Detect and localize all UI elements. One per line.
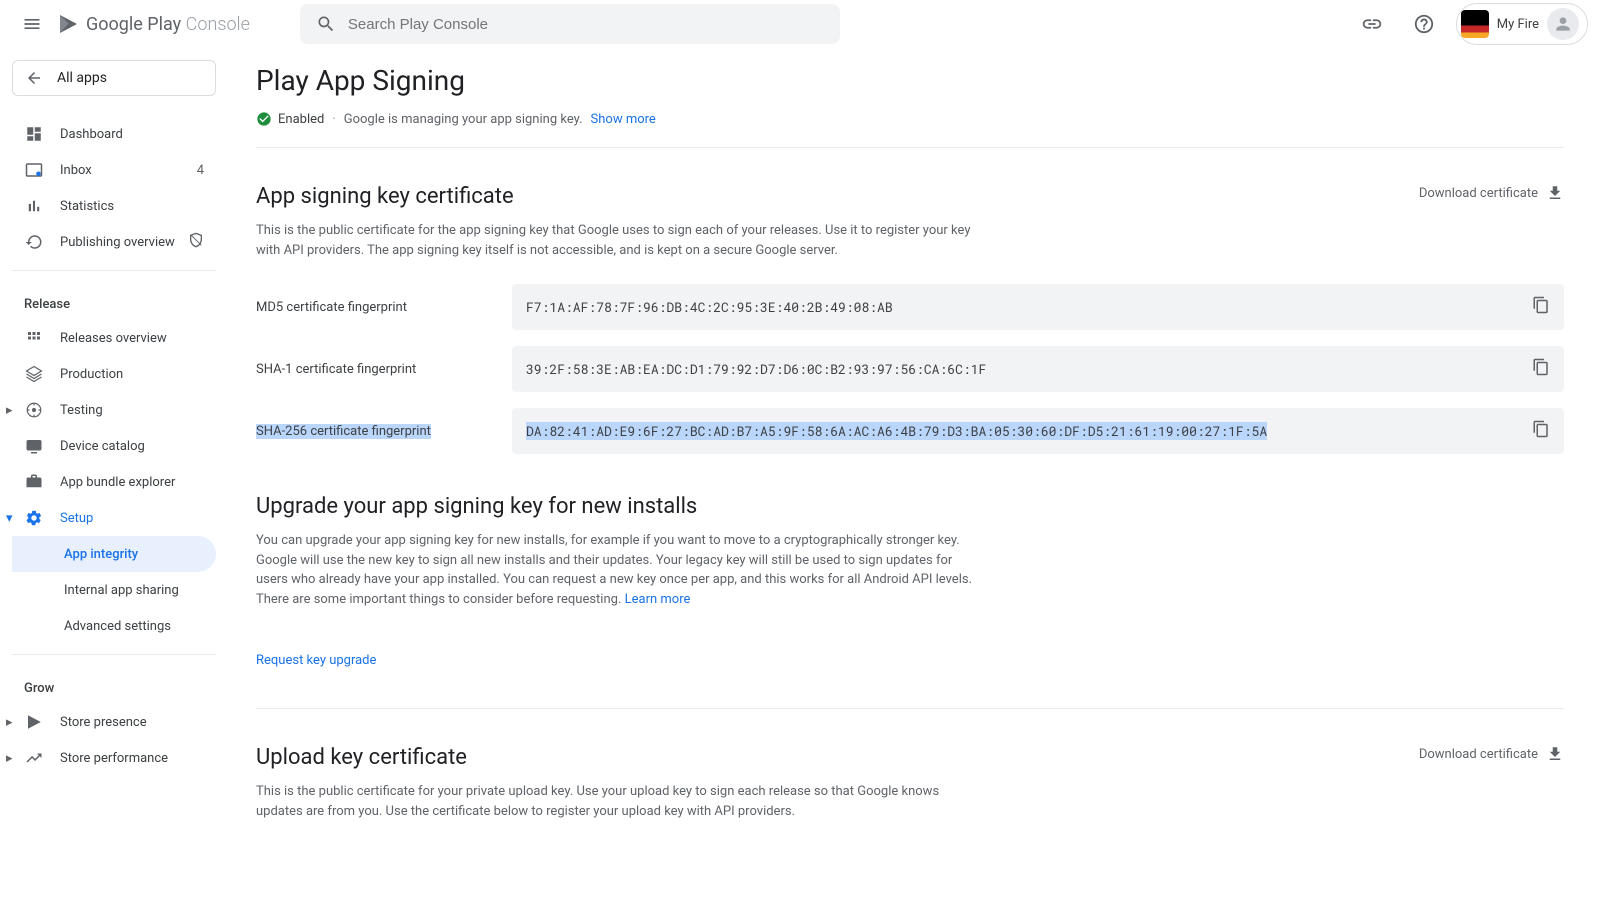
- learn-more-link[interactable]: Learn more: [625, 592, 691, 607]
- section-title: Upload key certificate: [256, 745, 467, 770]
- show-more-link[interactable]: Show more: [591, 112, 656, 127]
- release-section-label: Release: [12, 281, 216, 320]
- sha256-label: SHA-256 certificate fingerprint: [256, 424, 512, 439]
- play-console-icon: [56, 12, 80, 36]
- sha1-label: SHA-1 certificate fingerprint: [256, 362, 512, 377]
- section-title: Upgrade your app signing key for new ins…: [256, 494, 697, 519]
- md5-label: MD5 certificate fingerprint: [256, 300, 512, 315]
- download-icon: [1546, 745, 1564, 763]
- sidebar-item-publishing[interactable]: Publishing overview: [12, 224, 216, 260]
- device-icon: [24, 436, 44, 456]
- search-icon: [316, 14, 336, 34]
- store-icon: [24, 712, 44, 732]
- sidebar-item-statistics[interactable]: Statistics: [12, 188, 216, 224]
- all-apps-button[interactable]: All apps: [12, 60, 216, 96]
- logo[interactable]: Google Play Console: [56, 12, 250, 36]
- app-selector[interactable]: My Fire: [1456, 3, 1588, 45]
- app-signing-section: App signing key certificate Download cer…: [256, 184, 1564, 454]
- caret-right-icon: ▸: [6, 403, 20, 418]
- md5-row: MD5 certificate fingerprint F7:1A:AF:78:…: [256, 284, 1564, 330]
- sidebar-item-bundle-explorer[interactable]: App bundle explorer: [12, 464, 216, 500]
- md5-value: F7:1A:AF:78:7F:96:DB:4C:2C:95:3E:40:2B:4…: [526, 298, 1520, 316]
- main-content: Play App Signing Enabled · Google is man…: [228, 48, 1600, 901]
- check-circle-icon: [256, 111, 272, 127]
- person-icon: [1553, 14, 1573, 34]
- sha1-value: 39:2F:58:3E:AB:EA:DC:D1:79:92:D7:D6:0C:B…: [526, 360, 1520, 378]
- help-button[interactable]: [1404, 4, 1444, 44]
- copy-icon: [1532, 296, 1550, 314]
- inbox-icon: [24, 160, 44, 180]
- logo-text: Google Play Console: [86, 14, 250, 35]
- upgrade-section: Upgrade your app signing key for new ins…: [256, 494, 1564, 668]
- download-certificate-button[interactable]: Download certificate: [1419, 745, 1564, 763]
- caret-down-icon: ▾: [6, 511, 20, 526]
- sidebar-item-setup[interactable]: ▾ Setup: [12, 500, 216, 536]
- sidebar-item-device-catalog[interactable]: Device catalog: [12, 428, 216, 464]
- production-icon: [24, 364, 44, 384]
- page-title: Play App Signing: [256, 64, 1564, 97]
- trend-icon: [24, 748, 44, 768]
- sidebar-item-store-performance[interactable]: ▸ Store performance: [12, 740, 216, 776]
- sidebar: All apps Dashboard Inbox 4 Statistics Pu…: [0, 48, 228, 901]
- request-key-upgrade-link[interactable]: Request key upgrade: [256, 653, 376, 668]
- copy-sha1-button[interactable]: [1532, 358, 1550, 380]
- sha256-row: SHA-256 certificate fingerprint DA:82:41…: [256, 408, 1564, 454]
- sidebar-item-testing[interactable]: ▸ Testing: [12, 392, 216, 428]
- section-description: You can upgrade your app signing key for…: [256, 531, 976, 609]
- publishing-icon: [24, 232, 44, 252]
- avatar[interactable]: [1547, 8, 1579, 40]
- search-bar[interactable]: [300, 4, 840, 44]
- copy-md5-button[interactable]: [1532, 296, 1550, 318]
- copy-icon: [1532, 358, 1550, 376]
- link-icon: [1361, 13, 1383, 35]
- sidebar-item-advanced-settings[interactable]: Advanced settings: [12, 608, 216, 644]
- section-description: This is the public certificate for your …: [256, 782, 976, 821]
- sidebar-item-production[interactable]: Production: [12, 356, 216, 392]
- grow-section-label: Grow: [12, 665, 216, 704]
- app-icon: [1461, 10, 1489, 38]
- releases-icon: [24, 328, 44, 348]
- download-icon: [1546, 184, 1564, 202]
- testing-icon: [24, 400, 44, 420]
- copy-sha256-button[interactable]: [1532, 420, 1550, 442]
- menu-button[interactable]: [12, 4, 52, 44]
- copy-icon: [1532, 420, 1550, 438]
- section-description: This is the public certificate for the a…: [256, 221, 976, 260]
- caret-right-icon: ▸: [6, 715, 20, 730]
- dashboard-icon: [24, 124, 44, 144]
- sha256-value: DA:82:41:AD:E9:6F:27:BC:AD:B7:A5:9F:58:6…: [526, 422, 1520, 440]
- app-name: My Fire: [1497, 17, 1539, 32]
- upload-key-section: Upload key certificate Download certific…: [256, 745, 1564, 821]
- search-input[interactable]: [348, 16, 824, 33]
- status-line: Enabled · Google is managing your app si…: [256, 111, 1564, 148]
- bundle-icon: [24, 472, 44, 492]
- section-title: App signing key certificate: [256, 184, 514, 209]
- sidebar-item-releases-overview[interactable]: Releases overview: [12, 320, 216, 356]
- caret-right-icon: ▸: [6, 751, 20, 766]
- link-icon-button[interactable]: [1352, 4, 1392, 44]
- sidebar-item-app-integrity[interactable]: App integrity: [12, 536, 216, 572]
- hamburger-icon: [22, 14, 42, 34]
- help-icon: [1413, 13, 1435, 35]
- arrow-left-icon: [25, 69, 43, 87]
- managed-publishing-icon: [188, 232, 204, 252]
- header: Google Play Console My Fire: [0, 0, 1600, 48]
- sidebar-item-inbox[interactable]: Inbox 4: [12, 152, 216, 188]
- statistics-icon: [24, 196, 44, 216]
- sidebar-item-dashboard[interactable]: Dashboard: [12, 116, 216, 152]
- download-certificate-button[interactable]: Download certificate: [1419, 184, 1564, 202]
- gear-icon: [24, 508, 44, 528]
- sidebar-item-internal-sharing[interactable]: Internal app sharing: [12, 572, 216, 608]
- sidebar-item-store-presence[interactable]: ▸ Store presence: [12, 704, 216, 740]
- sha1-row: SHA-1 certificate fingerprint 39:2F:58:3…: [256, 346, 1564, 392]
